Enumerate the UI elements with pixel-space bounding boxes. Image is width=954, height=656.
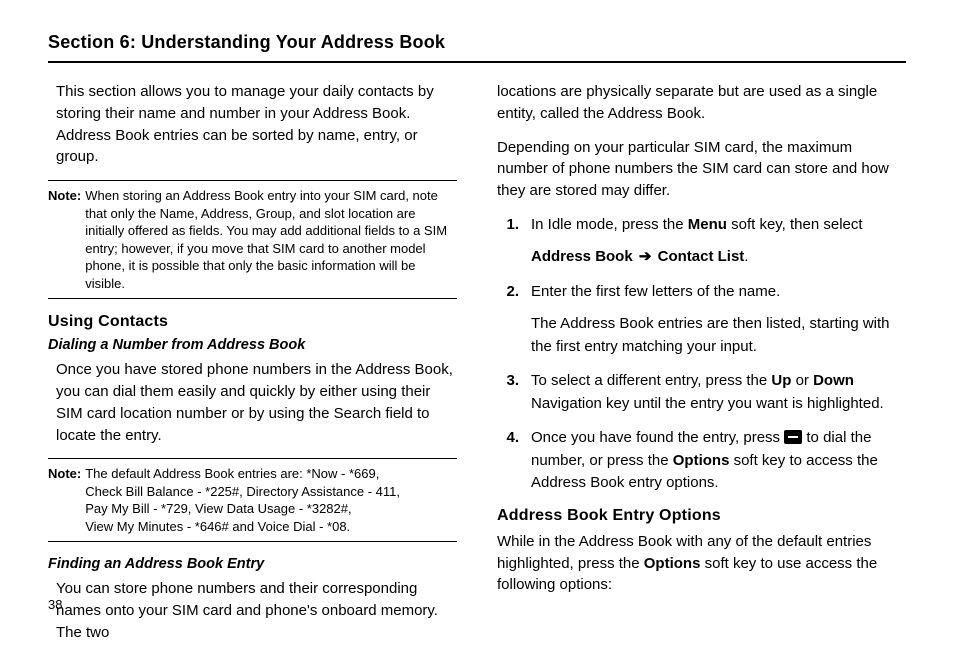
step-4: 4. Once you have found the entry, press … <box>497 427 906 495</box>
step-2: 2. Enter the first few letters of the na… <box>497 281 906 359</box>
contact-list-label: Contact List <box>658 248 745 265</box>
entry-options-paragraph: While in the Address Book with any of th… <box>497 531 906 596</box>
step-1: 1. In Idle mode, press the Menu soft key… <box>497 214 906 269</box>
dialing-paragraph: Once you have stored phone numbers in th… <box>48 359 457 446</box>
step-text: Once you have found the entry, press <box>531 429 784 446</box>
heading-using-contacts: Using Contacts <box>48 313 457 331</box>
note-label: Note: <box>48 187 81 292</box>
step-number: 1. <box>497 214 519 269</box>
left-column: This section allows you to manage your d… <box>48 81 457 656</box>
intro-paragraph: This section allows you to manage your d… <box>48 81 457 168</box>
step-number: 4. <box>497 427 519 495</box>
title-rule <box>48 61 906 63</box>
heading-dialing: Dialing a Number from Address Book <box>48 337 457 353</box>
note-default-entries: Note:The default Address Book entries ar… <box>48 458 457 542</box>
right-column: locations are physically separate but ar… <box>497 81 906 656</box>
step-3: 3. To select a different entry, press th… <box>497 370 906 415</box>
two-column-layout: This section allows you to manage your d… <box>48 81 906 656</box>
note-body: The default Address Book entries are: *N… <box>85 465 400 535</box>
note-sim-fields: Note:When storing an Address Book entry … <box>48 180 457 299</box>
continuation-paragraph: locations are physically separate but ar… <box>497 81 906 125</box>
up-key: Up <box>771 372 791 389</box>
step-text: soft key, then select <box>727 216 863 233</box>
page-number: 38 <box>48 597 62 612</box>
options-soft-key: Options <box>644 555 701 572</box>
sim-depends-paragraph: Depending on your particular SIM card, t… <box>497 137 906 202</box>
step-number: 2. <box>497 281 519 359</box>
note-text: When storing an Address Book entry into … <box>85 187 457 292</box>
arrow-icon: ➔ <box>637 246 654 269</box>
step-number: 3. <box>497 370 519 415</box>
step-text: Enter the first few letters of the name. <box>531 283 780 300</box>
procedure-steps: 1. In Idle mode, press the Menu soft key… <box>497 214 906 495</box>
step-text: In Idle mode, press the <box>531 216 688 233</box>
manual-page: Section 6: Understanding Your Address Bo… <box>0 0 954 636</box>
step-text: To select a different entry, press the <box>531 372 771 389</box>
address-book-label: Address Book <box>531 248 633 265</box>
step-text: Navigation key until the entry you want … <box>531 395 884 412</box>
finding-paragraph: You can store phone numbers and their co… <box>48 578 457 643</box>
period: . <box>744 248 748 265</box>
options-soft-key: Options <box>673 452 730 469</box>
heading-finding: Finding an Address Book Entry <box>48 556 457 572</box>
heading-entry-options: Address Book Entry Options <box>497 507 906 525</box>
section-title: Section 6: Understanding Your Address Bo… <box>48 32 906 53</box>
step-text: or <box>791 372 813 389</box>
down-key: Down <box>813 372 854 389</box>
step-sub: The Address Book entries are then listed… <box>531 313 906 358</box>
menu-soft-key: Menu <box>688 216 727 233</box>
dial-key-icon <box>784 430 802 444</box>
note-label: Note: <box>48 465 81 535</box>
